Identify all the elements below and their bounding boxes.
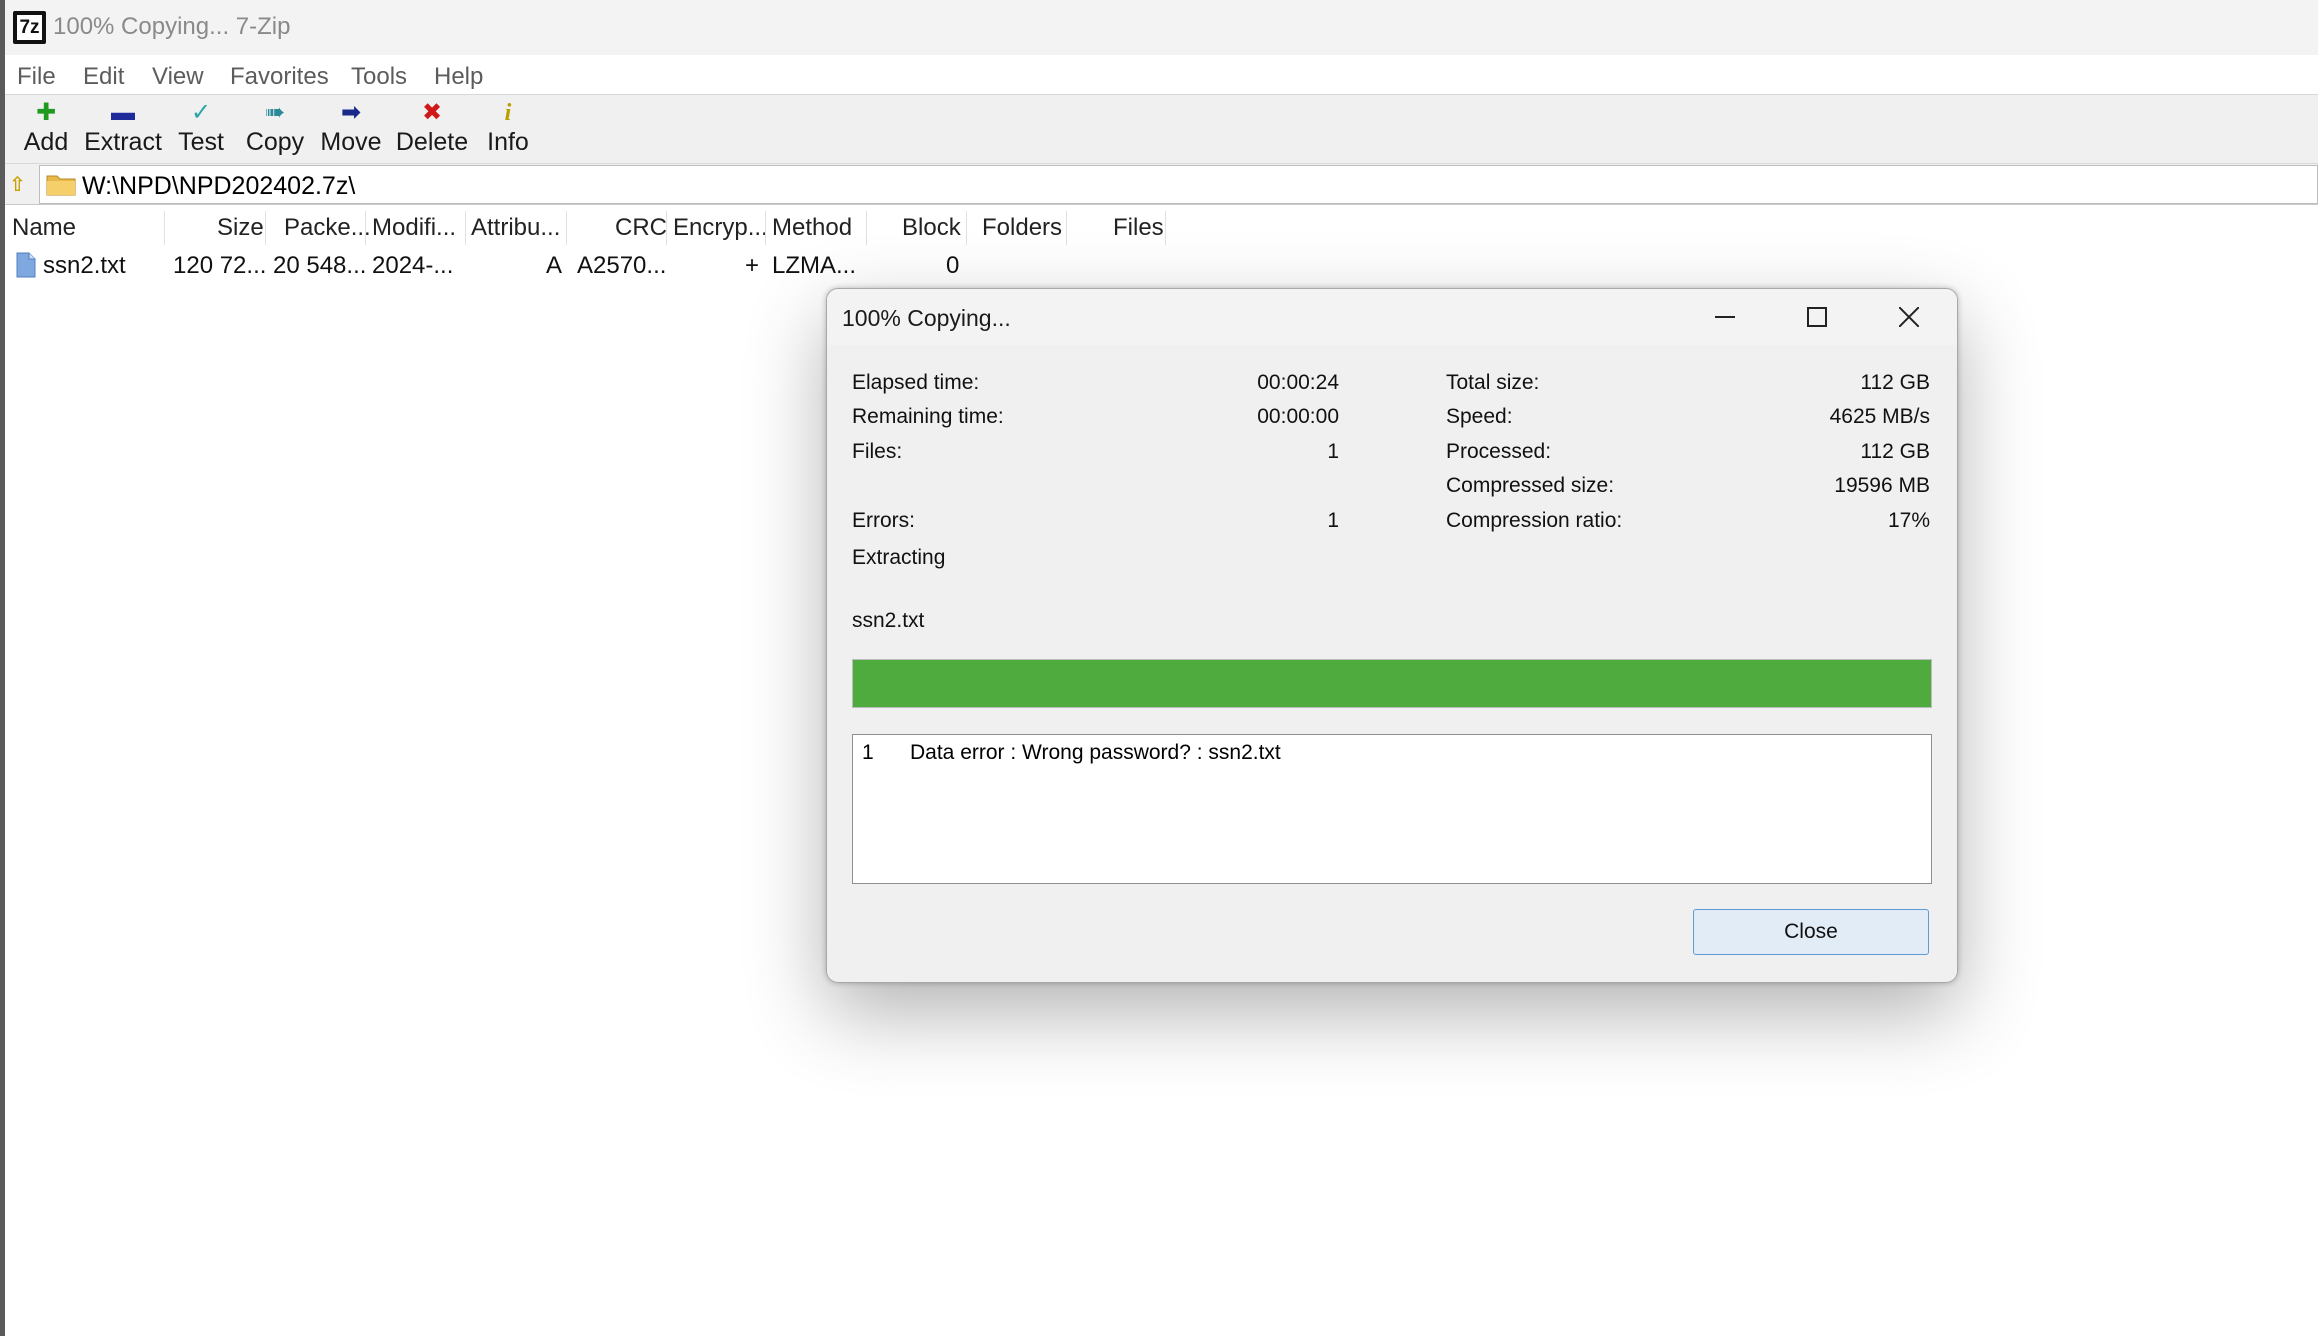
test-button[interactable]: ✓ Test	[173, 99, 229, 157]
title-bar: 7z 100% Copying... 7-Zip	[5, 0, 2318, 55]
errors-label: Errors:	[852, 509, 915, 532]
remaining-time-value: 00:00:00	[1257, 405, 1339, 428]
close-window-button[interactable]	[1864, 289, 1954, 345]
minus-icon: ▬	[111, 99, 135, 126]
col-encrypted[interactable]: Encryp...	[673, 213, 768, 246]
row-name: ssn2.txt	[43, 252, 126, 279]
compressed-size-label: Compressed size:	[1446, 474, 1615, 497]
x-icon: ✖	[421, 99, 443, 126]
col-modified[interactable]: Modifi...	[372, 213, 456, 246]
menu-favorites[interactable]: Favorites	[230, 63, 329, 91]
extract-button[interactable]: ▬ Extract	[83, 99, 163, 157]
row-encrypted: +	[745, 252, 760, 279]
minimize-button[interactable]	[1680, 289, 1770, 345]
compression-ratio-label: Compression ratio:	[1446, 509, 1623, 532]
row-size: 120 72...	[173, 252, 267, 279]
window-title: 100% Copying... 7-Zip	[53, 13, 291, 40]
col-folders[interactable]: Folders	[982, 213, 1062, 246]
elapsed-time-value: 00:00:24	[1257, 371, 1339, 394]
files-value: 1	[1327, 440, 1339, 463]
close-button[interactable]: Close	[1693, 909, 1929, 955]
row-method: LZMA...	[772, 252, 857, 279]
menu-edit[interactable]: Edit	[83, 63, 124, 91]
errors-value: 1	[1327, 509, 1339, 532]
col-packed[interactable]: Packe...	[284, 213, 371, 246]
address-bar: ⇧ W:\NPD\NPD202402.7z\	[5, 163, 2318, 205]
row-packed: 20 548...	[273, 252, 367, 279]
toolbar: ✚ Add ▬ Extract ✓ Test ➠ Copy ➡ Move ✖ D…	[5, 94, 2318, 163]
copy-button[interactable]: ➠ Copy	[243, 99, 307, 157]
check-icon: ✓	[190, 99, 212, 126]
plus-icon: ✚	[35, 99, 57, 126]
close-icon	[1899, 307, 1919, 327]
compressed-size-value: 19596 MB	[1834, 474, 1930, 497]
dialog-title-bar[interactable]: 100% Copying...	[827, 289, 1957, 345]
folder-icon	[46, 175, 76, 196]
elapsed-time-label: Elapsed time:	[852, 371, 980, 394]
row-modified: 2024-...	[372, 252, 454, 279]
col-crc[interactable]: CRC	[615, 213, 667, 246]
remaining-time-label: Remaining time:	[852, 405, 1004, 428]
progress-dialog: 100% Copying... Elapsed time: 00:00:24 R…	[826, 288, 1958, 983]
minimize-icon	[1715, 316, 1735, 318]
processed-label: Processed:	[1446, 440, 1552, 463]
info-icon: i	[504, 100, 512, 126]
maximize-icon	[1807, 307, 1827, 327]
col-block[interactable]: Block	[902, 213, 961, 246]
current-file: ssn2.txt	[852, 609, 925, 632]
operation-status: Extracting	[852, 546, 946, 569]
folder-up-icon[interactable]: ⇧	[9, 172, 26, 197]
error-list[interactable]: 1 Data error : Wrong password? : ssn2.tx…	[852, 734, 1932, 884]
row-block: 0	[946, 252, 960, 279]
col-method[interactable]: Method	[772, 213, 852, 246]
address-path: W:\NPD\NPD202402.7z\	[82, 172, 356, 200]
add-button[interactable]: ✚ Add	[17, 99, 75, 157]
speed-value: 4625 MB/s	[1829, 405, 1930, 428]
text-file-icon	[16, 252, 36, 278]
menu-help[interactable]: Help	[434, 63, 483, 91]
move-button[interactable]: ➡ Move	[319, 99, 383, 157]
total-size-label: Total size:	[1446, 371, 1540, 394]
progress-bar-fill	[853, 660, 1931, 707]
col-files[interactable]: Files	[1113, 213, 1164, 246]
row-crc: A2570...	[577, 252, 667, 279]
arrow-right-icon: ➡	[340, 99, 362, 126]
error-number: 1	[862, 741, 874, 764]
col-name[interactable]: Name	[12, 213, 76, 246]
menu-bar: File Edit View Favorites Tools Help	[5, 55, 2318, 94]
progress-bar	[852, 659, 1932, 708]
row-attributes: A	[546, 252, 563, 279]
compression-ratio-value: 17%	[1887, 509, 1930, 532]
files-label: Files:	[852, 440, 903, 463]
total-size-value: 112 GB	[1860, 371, 1930, 394]
menu-file[interactable]: File	[17, 63, 56, 91]
maximize-button[interactable]	[1772, 289, 1862, 345]
col-attributes[interactable]: Attribu...	[471, 213, 560, 246]
menu-tools[interactable]: Tools	[351, 63, 407, 91]
dialog-title: 100% Copying...	[842, 305, 1011, 331]
error-message: Data error : Wrong password? : ssn2.txt	[910, 741, 1281, 764]
7zip-app-icon: 7z	[13, 11, 46, 44]
double-arrow-right-icon: ➠	[264, 99, 286, 126]
address-field[interactable]: W:\NPD\NPD202402.7z\	[39, 165, 2318, 204]
delete-button[interactable]: ✖ Delete	[394, 99, 470, 157]
processed-value: 112 GB	[1860, 440, 1930, 463]
speed-label: Speed:	[1446, 405, 1513, 428]
info-button[interactable]: i Info	[482, 99, 534, 157]
col-size[interactable]: Size	[217, 213, 264, 246]
menu-view[interactable]: View	[152, 63, 204, 91]
